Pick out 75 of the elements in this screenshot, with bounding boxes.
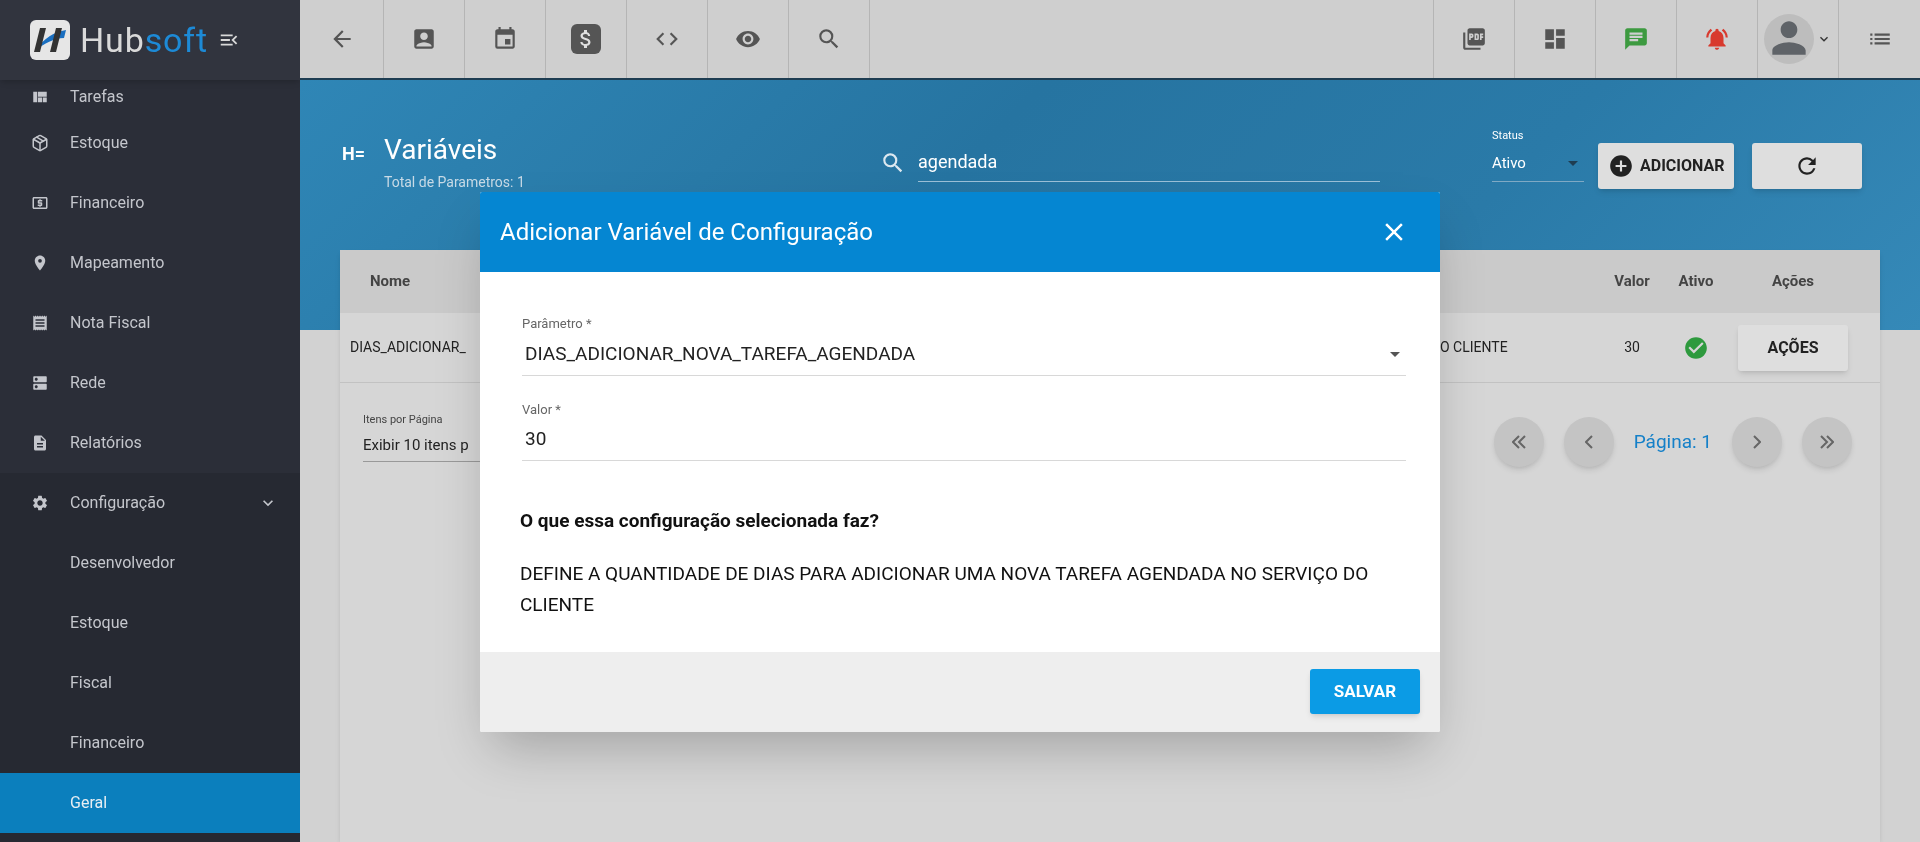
logo-icon [30, 20, 70, 60]
sidebar-label: Geral [70, 792, 108, 814]
avatar-icon [1764, 14, 1814, 64]
status-select[interactable]: Ativo [1492, 146, 1584, 182]
sidebar-item[interactable]: Configuração [0, 473, 300, 533]
sidebar-item[interactable]: Tarefas [0, 80, 300, 113]
sidebar-item[interactable]: Nota Fiscal [0, 293, 300, 353]
question-text: O que essa configuração selecionada faz? [520, 508, 880, 534]
contact-icon [411, 26, 437, 52]
column-header: Ações [1770, 271, 1816, 293]
page-indicator: Página: 1 [1633, 428, 1712, 455]
page-subtitle: Total de Parametros: 1 [384, 173, 526, 192]
bell-icon [1704, 26, 1730, 52]
sidebar-label: Tarefas [70, 85, 124, 108]
sidebar-item[interactable]: Geral [0, 773, 300, 833]
sidebar-item[interactable]: Estoque [0, 593, 300, 653]
chevron-left-icon [1584, 435, 1593, 449]
sidebar-label: Financeiro [70, 732, 145, 754]
table-cell-text: 30 [1623, 338, 1641, 357]
sidebar-label: Configuração [70, 492, 166, 514]
chat-icon [1623, 26, 1649, 52]
search-field[interactable]: agendada [918, 142, 1380, 182]
sidebar-item[interactable]: Desenvolvedor [0, 533, 300, 593]
value-field[interactable]: 30 [522, 419, 1406, 461]
table-cell-text: DIAS_ADICIONAR_ [349, 338, 466, 357]
per-page-label: Itens por Página [363, 411, 443, 428]
pdf-icon [1461, 26, 1487, 52]
sidebar-label: Desenvolvedor [70, 552, 175, 574]
sidebar-label: Estoque [70, 132, 128, 154]
sidebar-label: Estoque [70, 612, 128, 634]
page-title: Variáveis [384, 132, 499, 168]
column-header: Nome [369, 271, 412, 293]
sidebar-item[interactable]: Rede [0, 353, 300, 413]
sidebar-item[interactable]: Fiscal [0, 653, 300, 713]
column-header: Ativo [1677, 271, 1715, 293]
status-label: Status [1492, 128, 1525, 144]
parameter-select[interactable]: DIAS_ADICIONAR_NOVA_TAREFA_AGENDADA [522, 333, 1406, 376]
sidebar-item[interactable]: Mapeamento [0, 233, 300, 293]
double-chevron-left-icon [1511, 435, 1526, 449]
refresh-button[interactable] [1752, 143, 1863, 189]
add-button[interactable]: ADICIONAR [1598, 143, 1735, 189]
sidebar-label: Financeiro [70, 192, 145, 214]
sidebar-label: Mapeamento [70, 252, 165, 274]
dropdown-arrow-icon [1390, 351, 1400, 357]
logo-text: Hubsoft [80, 23, 208, 57]
document-icon [31, 434, 49, 452]
box-icon [31, 134, 49, 152]
chevron-right-icon [1753, 435, 1761, 449]
sidebar-item[interactable]: Financeiro [0, 713, 300, 773]
settings-icon [31, 494, 49, 512]
column-header: Valor [1613, 271, 1651, 293]
sidebar-label: Rede [70, 372, 106, 394]
calendar-icon [492, 26, 518, 52]
server-icon [31, 374, 49, 392]
sidebar-label: Fiscal [70, 672, 112, 694]
receipt-icon [31, 314, 49, 332]
sidebar-item[interactable]: Relatórios [0, 413, 300, 473]
dollar-icon [571, 24, 601, 54]
field-label: Parâmetro * [522, 315, 593, 333]
sidebar-item[interactable]: Financeiro [0, 173, 300, 233]
double-chevron-right-icon [1820, 435, 1834, 449]
dropdown-arrow-icon [1568, 161, 1578, 166]
dialog-title: Adicionar Variável de Configuração [500, 217, 874, 248]
last-page-button[interactable] [1802, 417, 1852, 467]
sidebar-item[interactable]: Estoque [0, 113, 300, 173]
first-page-button[interactable] [1493, 417, 1544, 467]
actions-button[interactable]: AÇÕES [1738, 324, 1848, 371]
table-cell-text: O CLIENTE [1440, 338, 1509, 357]
field-label: Valor * [522, 400, 562, 419]
sidebar-label: Relatórios [70, 432, 142, 454]
header-mark: H= [342, 142, 367, 166]
sidebar-label: Nota Fiscal [70, 312, 151, 334]
cash-icon [31, 194, 49, 212]
description-text: DEFINE A QUANTIDADE DE DIAS PARA ADICIONAR UMA NOVA TAREFA AGENDADA NO SERVIÇO DO CLIENTE [520, 560, 1370, 618]
dashboard-icon [1542, 26, 1568, 52]
